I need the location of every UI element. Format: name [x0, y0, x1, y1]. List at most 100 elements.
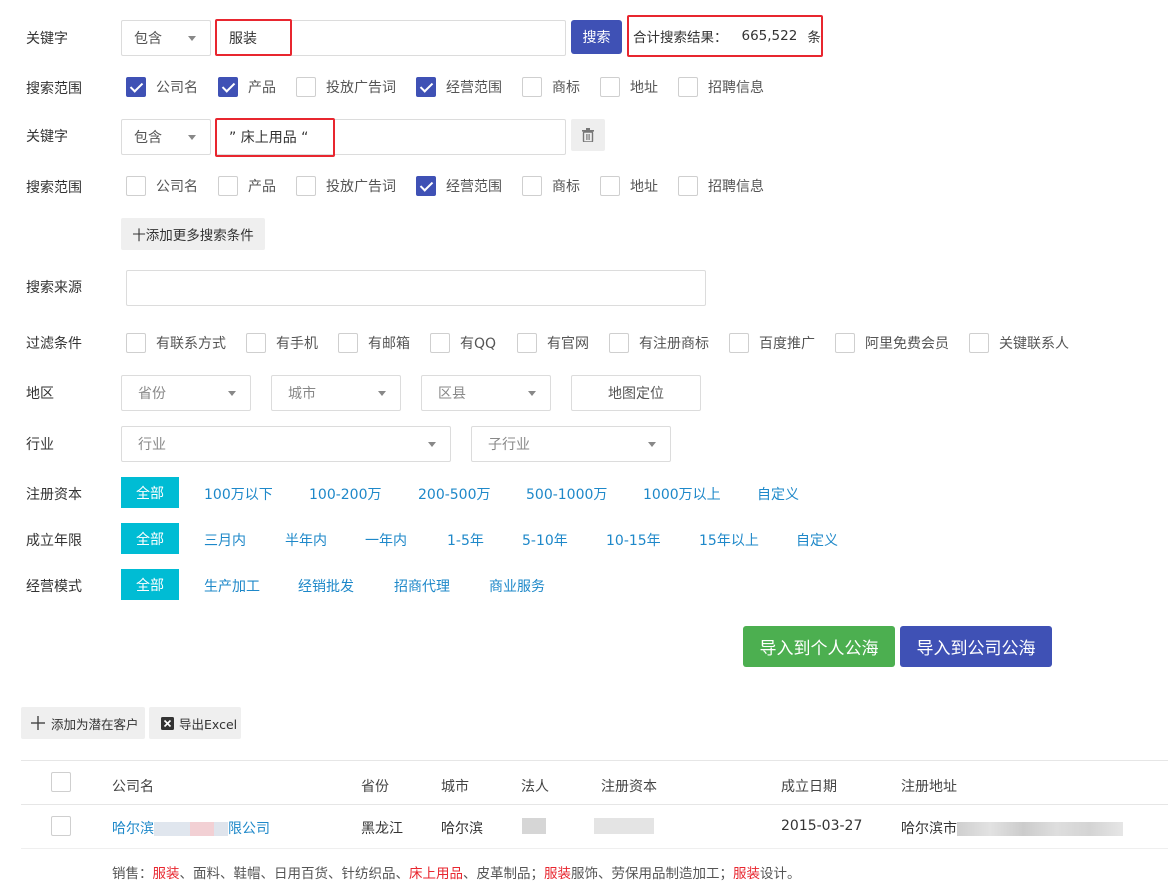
scope2-product[interactable]: 产品	[218, 176, 276, 196]
add-more-conditions-button[interactable]: 十添加更多搜索条件	[121, 218, 265, 250]
checkbox[interactable]	[296, 77, 316, 97]
checkbox[interactable]	[678, 176, 698, 196]
checkbox[interactable]	[296, 176, 316, 196]
checkbox[interactable]	[969, 333, 989, 353]
checkbox[interactable]	[609, 333, 629, 353]
filter-has-trademark[interactable]: 有注册商标	[609, 333, 709, 353]
mode-option[interactable]: 生产加工	[204, 576, 260, 596]
checkbox[interactable]	[416, 176, 436, 196]
checkbox[interactable]	[522, 77, 542, 97]
filter-has-contact[interactable]: 有联系方式	[126, 333, 226, 353]
checkbox[interactable]	[835, 333, 855, 353]
mode-option[interactable]: 招商代理	[394, 576, 450, 596]
scope2-business-scope[interactable]: 经营范围	[416, 176, 502, 196]
years-option[interactable]: 半年内	[285, 530, 327, 550]
import-personal-button[interactable]: 导入到个人公海	[743, 626, 895, 667]
checkbox[interactable]	[678, 77, 698, 97]
map-locate-button[interactable]: 地图定位	[571, 375, 701, 411]
checkbox[interactable]	[126, 333, 146, 353]
row-checkbox[interactable]	[51, 816, 71, 836]
capital-option[interactable]: 1000万以上	[643, 484, 721, 504]
sub-industry-select[interactable]: 子行业	[471, 426, 671, 462]
filter-has-website[interactable]: 有官网	[517, 333, 589, 353]
filter-has-email[interactable]: 有邮箱	[338, 333, 410, 353]
years-option[interactable]: 自定义	[796, 530, 838, 550]
match-select-2[interactable]: 包含	[121, 119, 211, 155]
col-capital: 注册资本	[601, 779, 657, 795]
scope1-business-scope[interactable]: 经营范围	[416, 77, 502, 97]
select-all-checkbox[interactable]	[51, 772, 71, 792]
filter-baidu-promo[interactable]: 百度推广	[729, 333, 815, 353]
years-all-chip[interactable]: 全部	[121, 523, 179, 554]
capital-option[interactable]: 自定义	[757, 484, 799, 504]
col-date: 成立日期	[781, 779, 837, 795]
company-link[interactable]: 哈尔滨 限公司	[112, 818, 270, 838]
table-row-border	[21, 848, 1168, 849]
checkbox[interactable]	[600, 176, 620, 196]
export-excel-label: 导出Excel	[179, 716, 238, 732]
scope1-company-name[interactable]: 公司名	[126, 77, 198, 97]
checkbox[interactable]	[600, 77, 620, 97]
capital-all-chip[interactable]: 全部	[121, 477, 179, 508]
years-option[interactable]: 一年内	[365, 530, 407, 550]
checkbox[interactable]	[126, 77, 146, 97]
city-select[interactable]: 城市	[271, 375, 401, 411]
mode-all-chip[interactable]: 全部	[121, 569, 179, 600]
checkbox[interactable]	[416, 77, 436, 97]
scope2-address[interactable]: 地址	[600, 176, 658, 196]
checkbox[interactable]	[430, 333, 450, 353]
filter-has-mobile[interactable]: 有手机	[246, 333, 318, 353]
capital-option[interactable]: 100-200万	[309, 484, 382, 504]
import-company-button[interactable]: 导入到公司公海	[900, 626, 1052, 667]
scope-label-2: 搜索范围	[26, 180, 82, 196]
scope1-trademark[interactable]: 商标	[522, 77, 580, 97]
scope2-recruitment[interactable]: 招聘信息	[678, 176, 764, 196]
sales-prefix: 销售：	[112, 866, 153, 882]
years-option[interactable]: 10-15年	[606, 530, 661, 550]
filter-has-qq[interactable]: 有QQ	[430, 333, 496, 353]
checkbox[interactable]	[338, 333, 358, 353]
search-button[interactable]: 搜索	[571, 20, 622, 54]
mode-option[interactable]: 经销批发	[298, 576, 354, 596]
scope1-ad-words[interactable]: 投放广告词	[296, 77, 396, 97]
checkbox[interactable]	[729, 333, 749, 353]
scope1-recruitment[interactable]: 招聘信息	[678, 77, 764, 97]
filter-ali-member[interactable]: 阿里免费会员	[835, 333, 949, 353]
checkbox[interactable]	[126, 176, 146, 196]
scope2-company-name[interactable]: 公司名	[126, 176, 198, 196]
checkbox[interactable]	[517, 333, 537, 353]
match-select-1[interactable]: 包含	[121, 20, 211, 56]
scope2-trademark[interactable]: 商标	[522, 176, 580, 196]
add-potential-customer-button[interactable]: 添加为潜在客户	[21, 707, 145, 739]
industry-label: 行业	[26, 437, 54, 453]
scope1-address[interactable]: 地址	[600, 77, 658, 97]
capital-label: 注册资本	[26, 487, 82, 503]
scope2-ad-words[interactable]: 投放广告词	[296, 176, 396, 196]
filter-key-contact[interactable]: 关键联系人	[969, 333, 1069, 353]
checkbox[interactable]	[218, 176, 238, 196]
checkbox[interactable]	[218, 77, 238, 97]
source-input[interactable]	[126, 270, 706, 306]
cell-province: 黑龙江	[361, 821, 403, 837]
industry-select[interactable]: 行业	[121, 426, 451, 462]
redacted-blur	[190, 822, 214, 836]
trash-icon	[582, 128, 594, 142]
capital-option[interactable]: 200-500万	[418, 484, 491, 504]
delete-condition-button[interactable]	[571, 119, 605, 151]
capital-option[interactable]: 500-1000万	[526, 484, 607, 504]
province-select[interactable]: 省份	[121, 375, 251, 411]
years-option[interactable]: 三月内	[204, 530, 246, 550]
district-select-value: 区县	[438, 386, 466, 402]
mode-option[interactable]: 商业服务	[489, 576, 545, 596]
capital-option[interactable]: 100万以下	[204, 484, 273, 504]
excel-icon	[161, 716, 174, 730]
scope1-product[interactable]: 产品	[218, 77, 276, 97]
years-option[interactable]: 15年以上	[699, 530, 759, 550]
district-select[interactable]: 区县	[421, 375, 551, 411]
years-option[interactable]: 5-10年	[522, 530, 568, 550]
checkbox[interactable]	[246, 333, 266, 353]
years-option[interactable]: 1-5年	[447, 530, 484, 550]
total-results-label: 合计搜索结果：	[633, 30, 728, 46]
export-excel-button[interactable]: 导出Excel	[149, 707, 241, 739]
checkbox[interactable]	[522, 176, 542, 196]
